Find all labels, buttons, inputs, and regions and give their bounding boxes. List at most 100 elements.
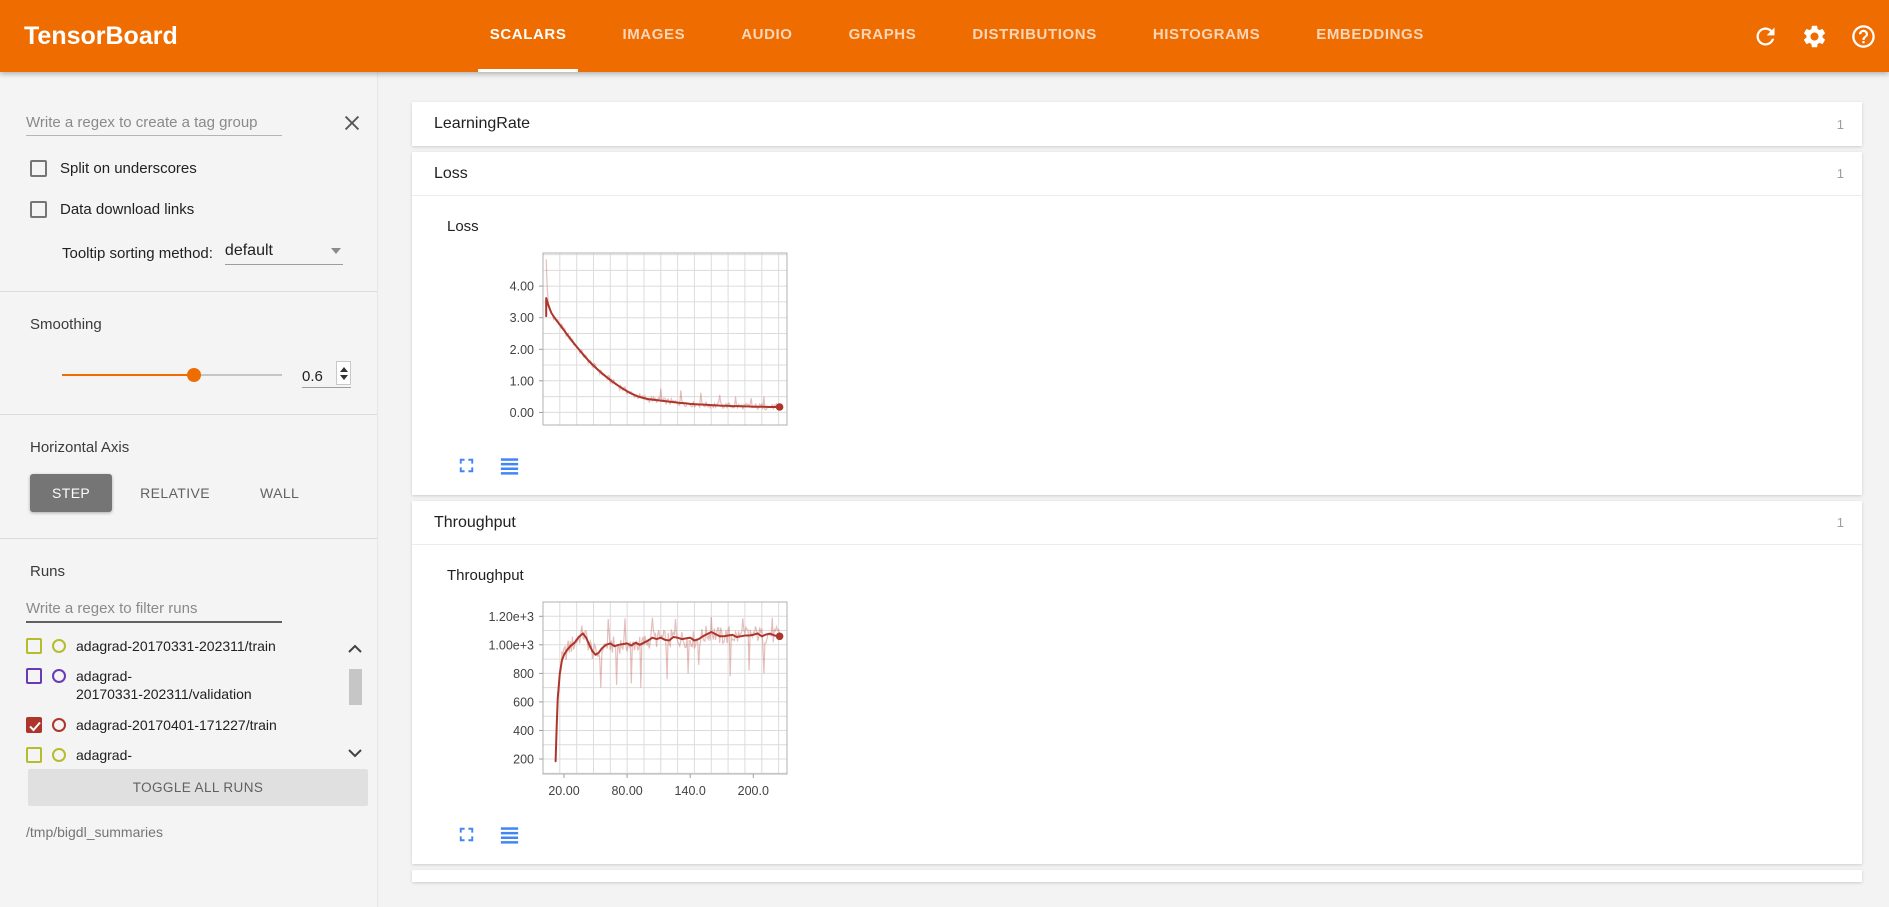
stepper-up-icon[interactable]	[340, 367, 348, 372]
help-icon[interactable]	[1850, 23, 1877, 50]
run-list-scrollbar	[347, 641, 363, 763]
checkbox-split-on-underscores[interactable]: Split on underscores	[30, 160, 377, 177]
svg-text:80.00: 80.00	[611, 784, 642, 798]
refresh-icon[interactable]	[1752, 23, 1779, 50]
axis-button-wall[interactable]: WALL	[238, 474, 321, 512]
scroll-down-icon[interactable]	[347, 745, 363, 763]
smoothing-value-input[interactable]: 0.6	[302, 368, 336, 385]
axis-button-group: STEPRELATIVEWALL	[30, 474, 377, 512]
stepper-down-icon[interactable]	[340, 375, 348, 380]
tooltip-sorting-label: Tooltip sorting method:	[62, 245, 213, 265]
section-chart-count: 1	[1837, 117, 1844, 132]
run-item[interactable]: adagrad-20170401-171227/train	[26, 716, 317, 734]
section-header-throughput[interactable]: Throughput 1	[412, 501, 1862, 545]
scalar-chart-plot[interactable]: 0.00 1.00 2.00 3.00 4.00	[479, 245, 797, 435]
chart-actions	[455, 454, 1862, 477]
svg-text:1.00: 1.00	[510, 374, 534, 388]
tab-distributions[interactable]: DISTRIBUTIONS	[960, 0, 1108, 72]
toggle-all-runs-button[interactable]: TOGGLE ALL RUNS	[28, 769, 368, 806]
svg-text:0.00: 0.00	[510, 406, 534, 420]
run-list: adagrad-20170331-202311/train adagrad-201…	[26, 637, 377, 765]
chart-title: Throughput	[447, 567, 1862, 584]
section-card-learningrate: LearningRate 1	[412, 102, 1862, 146]
chart-container: 0.00 1.00 2.00 3.00 4.00	[479, 245, 1862, 440]
run-label: adagrad-20170331-202311/train	[76, 637, 276, 655]
log-directory-path: /tmp/bigdl_summaries	[26, 824, 377, 840]
run-checkbox[interactable]	[26, 717, 42, 733]
tab-graphs[interactable]: GRAPHS	[837, 0, 929, 72]
section-header-loss[interactable]: Loss 1	[412, 152, 1862, 196]
svg-text:200: 200	[513, 753, 534, 767]
tab-images[interactable]: IMAGES	[610, 0, 697, 72]
checkbox-box-icon[interactable]	[30, 201, 47, 218]
smoothing-slider-thumb[interactable]	[187, 368, 201, 382]
run-color-swatch-icon	[52, 748, 66, 762]
checkbox-label: Data download links	[60, 201, 194, 218]
section-title: Loss	[434, 165, 468, 183]
settings-icon[interactable]	[1801, 23, 1828, 50]
scroll-up-icon[interactable]	[347, 641, 363, 659]
axis-button-relative[interactable]: RELATIVE	[118, 474, 232, 512]
next-section-partial	[412, 870, 1862, 882]
svg-text:3.00: 3.00	[510, 311, 534, 325]
expand-chart-icon[interactable]	[455, 454, 478, 477]
run-checkbox[interactable]	[26, 668, 42, 684]
toggle-y-axis-icon[interactable]	[498, 823, 521, 846]
toggle-y-axis-icon[interactable]	[498, 454, 521, 477]
run-color-swatch-icon	[52, 718, 66, 732]
axis-button-step[interactable]: STEP	[30, 474, 112, 512]
expand-chart-icon[interactable]	[455, 823, 478, 846]
smoothing-label: Smoothing	[30, 316, 377, 333]
horizontal-axis-group: Horizontal Axis STEPRELATIVEWALL	[0, 439, 377, 539]
svg-text:400: 400	[513, 724, 534, 738]
tab-scalars[interactable]: SCALARS	[478, 0, 579, 72]
tooltip-sorting-dropdown[interactable]: default	[225, 242, 343, 265]
tab-audio[interactable]: AUDIO	[729, 0, 804, 72]
horizontal-axis-label: Horizontal Axis	[30, 439, 377, 456]
run-regex-input[interactable]	[26, 596, 282, 623]
run-item[interactable]: adagrad-20170331-202311/validation	[26, 667, 317, 703]
chevron-down-icon	[331, 248, 341, 254]
section-body: Throughput2004006008001.00e+31.20e+320.0…	[412, 545, 1862, 864]
chart-container: 2004006008001.00e+31.20e+320.0080.00140.…	[479, 594, 1862, 809]
run-label: adagrad-	[76, 746, 132, 764]
section-card-throughput: Throughput1Throughput2004006008001.00e+3…	[412, 501, 1862, 864]
scrollbar-thumb[interactable]	[349, 669, 362, 705]
chart-actions	[455, 823, 1862, 846]
svg-text:20.00: 20.00	[548, 784, 579, 798]
svg-text:140.0: 140.0	[675, 784, 706, 798]
svg-text:200.0: 200.0	[738, 784, 769, 798]
section-body: Loss0.001.002.003.004.00	[412, 196, 1862, 495]
section-title: Throughput	[434, 514, 516, 532]
checkbox-box-icon[interactable]	[30, 160, 47, 177]
run-item[interactable]: adagrad-20170331-202311/train	[26, 637, 317, 655]
dashboard-content: LearningRate1Loss1Loss0.001.002.003.004.…	[379, 72, 1889, 907]
smoothing-slider[interactable]	[62, 374, 282, 376]
tag-regex-input[interactable]	[26, 110, 282, 136]
tab-histograms[interactable]: HISTOGRAMS	[1141, 0, 1272, 72]
run-checkbox[interactable]	[26, 638, 42, 654]
clear-regex-icon[interactable]	[341, 112, 363, 134]
tooltip-sorting-value: default	[225, 242, 273, 260]
svg-text:2.00: 2.00	[510, 343, 534, 357]
checkbox-data-download-links[interactable]: Data download links	[30, 201, 377, 218]
section-card-loss: Loss 1Loss 0.00 1.00 2.00 3.00 4.00	[412, 152, 1862, 495]
section-chart-count: 1	[1837, 515, 1844, 530]
topbar-icon-group	[1752, 23, 1877, 50]
runs-label: Runs	[30, 563, 377, 580]
run-item[interactable]: adagrad-	[26, 746, 317, 764]
smoothing-stepper[interactable]	[336, 361, 351, 385]
section-header-learningrate[interactable]: LearningRate 1	[412, 102, 1862, 146]
svg-text:4.00: 4.00	[510, 280, 534, 294]
tooltip-sorting-row: Tooltip sorting method: default	[62, 242, 377, 265]
section-chart-count: 1	[1837, 166, 1844, 181]
svg-text:1.20e+3: 1.20e+3	[488, 610, 534, 624]
sidebar: Split on underscoresData download links …	[0, 72, 378, 907]
run-checkbox[interactable]	[26, 747, 42, 763]
smoothing-slider-fill	[62, 374, 194, 376]
section-title: LearningRate	[434, 115, 530, 133]
scalar-chart-plot[interactable]: 2004006008001.00e+31.20e+320.0080.00140.…	[479, 594, 797, 804]
app-title: TensorBoard	[24, 22, 178, 51]
top-app-bar: TensorBoard SCALARS IMAGES AUDIO GRAPHS DIST…	[0, 0, 1889, 72]
tab-embeddings[interactable]: EMBEDDINGS	[1304, 0, 1436, 72]
